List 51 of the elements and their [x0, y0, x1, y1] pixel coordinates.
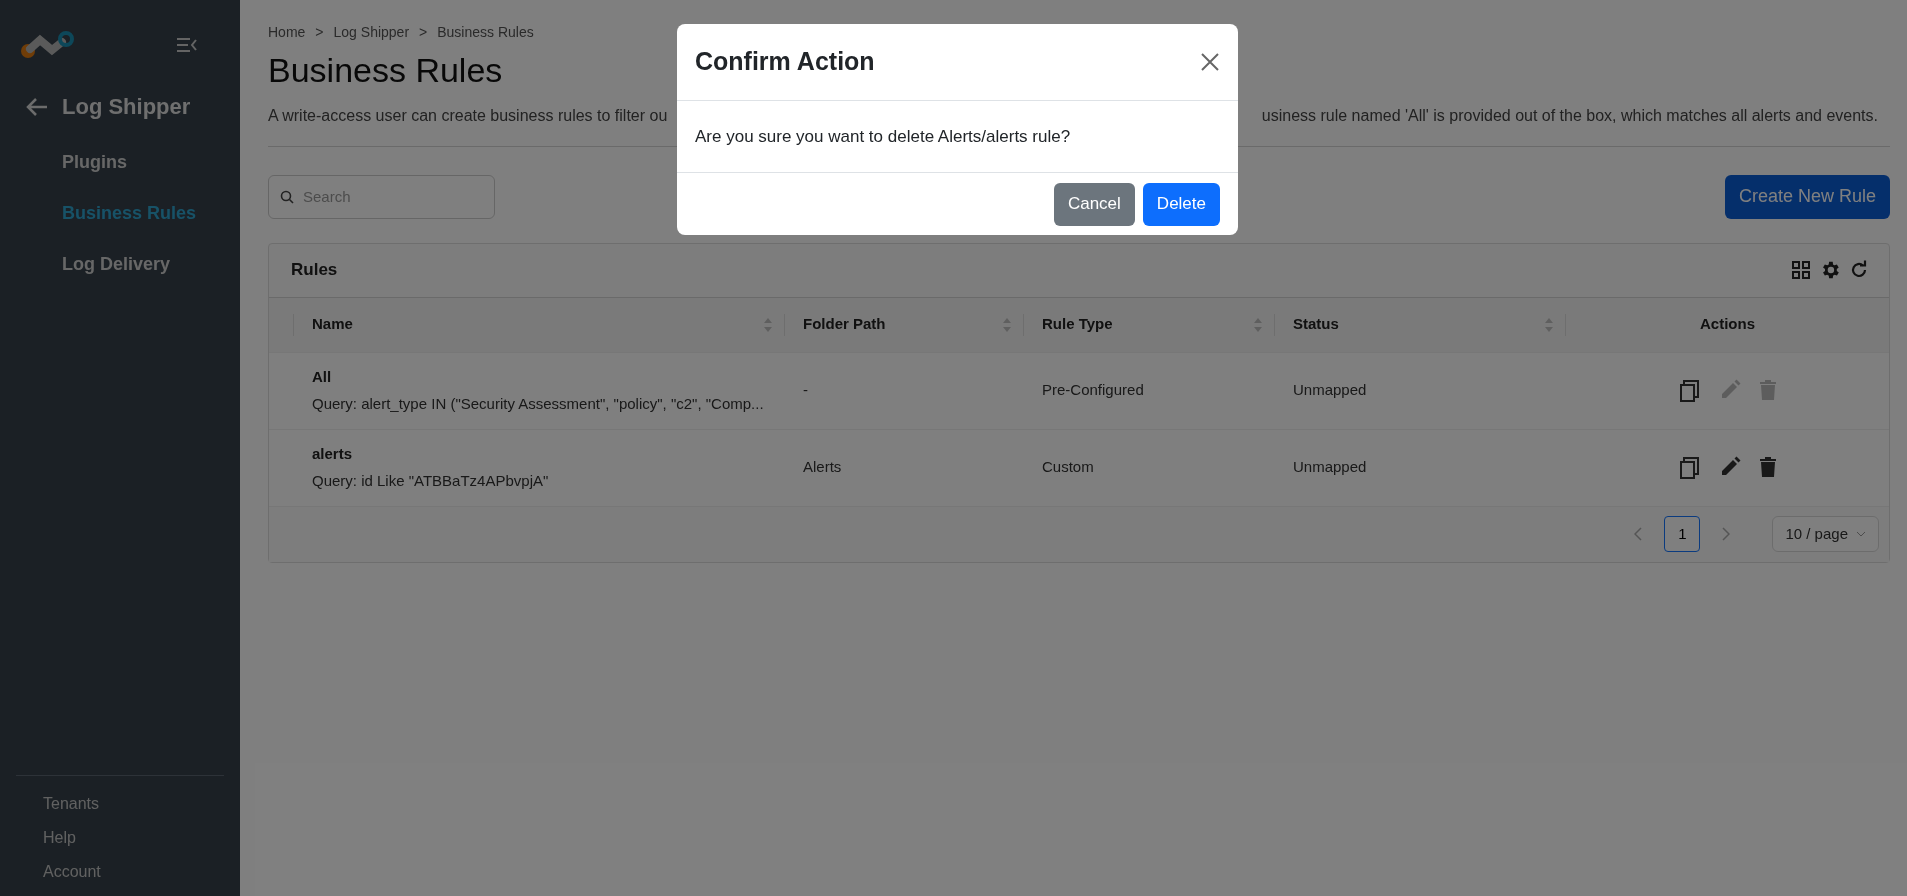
dialog-title: Confirm Action [695, 46, 875, 78]
table-cell-text: Pre-Configured [1041, 380, 1145, 401]
delete-button[interactable]: Delete [1142, 182, 1220, 226]
dialog-message: Are you sure you want to delete Alerts/alerts rule? [695, 125, 1071, 148]
breadcrumb-link[interactable]: Business Rules [437, 22, 534, 43]
breadcrumb-link[interactable]: Log Shipper [333, 22, 410, 43]
sidebar-item[interactable]: Plugins [0, 137, 240, 188]
description-text: usiness rule named 'All' is provided out of the box, which matches all alerts and events. [1261, 105, 1878, 126]
chevron-down-icon [1856, 531, 1866, 537]
column-header[interactable]: Name [312, 313, 353, 336]
column-header[interactable]: Actions [1700, 313, 1755, 336]
rule-query: Query: alert_type IN ("Security Assessment", "policy", "c2", "Comp... [312, 393, 765, 414]
column-header[interactable]: Rule Type [1042, 313, 1113, 336]
card-title: Rules [291, 259, 338, 282]
page-button[interactable]: 1 [1664, 516, 1701, 552]
create-rule-button[interactable]: Create New Rule [1724, 174, 1890, 219]
rule-query: Query: id Like "ATBBaTz4APbvpjA" [312, 470, 550, 491]
copy-icon[interactable] [1678, 378, 1701, 403]
refresh-icon[interactable] [1849, 260, 1869, 280]
search-icon [280, 189, 294, 204]
page-title: Business Rules [268, 50, 503, 91]
breadcrumb-link[interactable]: Home [268, 22, 306, 43]
close-icon[interactable] [1200, 52, 1220, 72]
breadcrumb-separator: > [315, 23, 324, 42]
sidebar-link[interactable]: Help [43, 826, 240, 850]
cancel-button[interactable]: Cancel [1053, 182, 1135, 226]
description-text: A write-access user can create business rules to filter ou [268, 105, 668, 126]
copy-icon[interactable] [1678, 455, 1701, 480]
rule-name: All [312, 367, 333, 387]
back-arrow-icon[interactable] [26, 96, 48, 117]
collapse-menu-icon[interactable] [176, 37, 198, 53]
previous-page-icon[interactable] [1634, 527, 1643, 541]
breadcrumb-separator: > [419, 23, 428, 42]
sidebar-link[interactable]: Tenants [43, 792, 240, 816]
column-header[interactable]: Status [1293, 313, 1339, 336]
next-page-icon[interactable] [1722, 527, 1731, 541]
table-cell-text: Custom [1041, 457, 1095, 478]
page-size-select[interactable]: 10 / page [1772, 516, 1879, 552]
sidebar-item[interactable]: Business Rules [0, 188, 240, 239]
table-cell-text: Unmapped [1292, 380, 1368, 401]
table-cell-text: Alerts [802, 457, 843, 478]
logo-icon [20, 30, 76, 60]
sidebar-item[interactable]: Log Delivery [0, 239, 240, 290]
grid-icon[interactable] [1791, 260, 1811, 280]
section-title: Log Shipper [62, 93, 191, 121]
table-cell-text: - [802, 380, 809, 401]
column-header[interactable]: Folder Path [803, 313, 886, 336]
delete-icon[interactable] [1758, 455, 1777, 478]
sidebar-link[interactable]: Account [43, 860, 240, 884]
table-cell-text: Unmapped [1292, 457, 1368, 478]
rule-name: alerts [312, 444, 354, 464]
